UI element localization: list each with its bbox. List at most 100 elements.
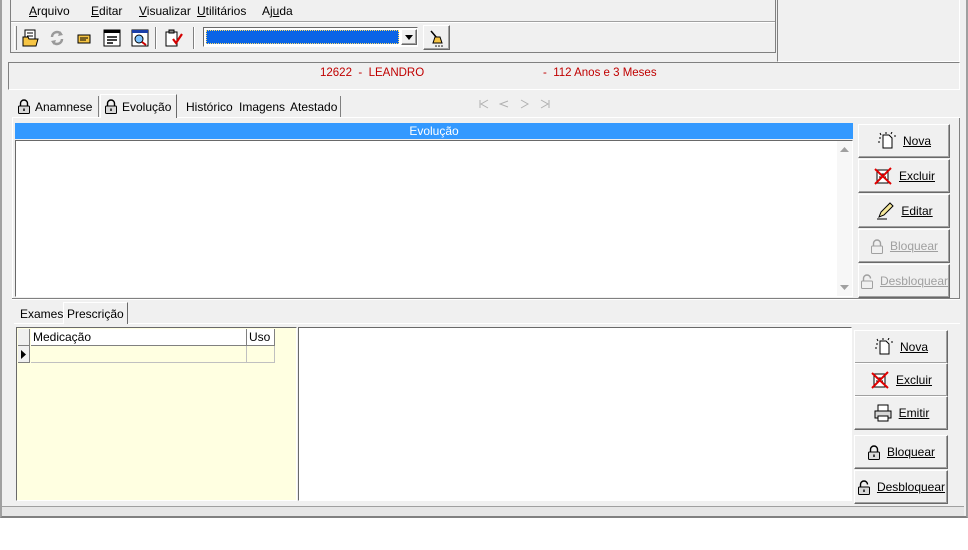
scroll-up-icon[interactable] xyxy=(840,147,849,152)
menu-arquivo[interactable]: Arquivo xyxy=(29,4,70,18)
evolucao-editar-button[interactable]: Editar xyxy=(858,194,950,228)
evolucao-bloquear-label: Bloquear xyxy=(889,239,939,253)
subtabs-baseline xyxy=(14,323,960,324)
menu-utilitarios[interactable]: Utilitários xyxy=(197,4,246,18)
toolbar-form-button[interactable] xyxy=(101,27,123,49)
toolbar-separator-2 xyxy=(193,27,195,49)
prescricao-nova-button[interactable]: Nova xyxy=(854,330,948,364)
lock-icon xyxy=(870,238,883,254)
unlock-icon xyxy=(857,479,870,495)
toolbar-grip xyxy=(14,26,17,50)
new-document-icon xyxy=(874,338,893,355)
nav-prev-icon[interactable] xyxy=(498,98,509,112)
delete-icon xyxy=(874,167,892,185)
prescricao-desbloquear-button[interactable]: Desbloquear xyxy=(854,470,948,504)
toolbar-separator xyxy=(155,27,157,49)
toolbar-open-button[interactable] xyxy=(20,27,42,49)
menu-ajuda[interactable]: Ajuda xyxy=(262,4,293,18)
chevron-down-icon xyxy=(405,34,413,40)
tab-historico-label: Histórico xyxy=(186,99,233,114)
panel-splitter[interactable] xyxy=(12,298,960,300)
evolucao-nova-label: Nova xyxy=(902,134,931,148)
nav-last-icon[interactable] xyxy=(540,98,550,112)
dropdown-selected-value xyxy=(206,30,399,44)
tab-anamnese[interactable]: Anamnese xyxy=(14,96,100,117)
toolbar-card-button[interactable] xyxy=(73,27,95,49)
refresh-icon xyxy=(50,30,64,46)
scroll-down-icon[interactable] xyxy=(840,285,849,290)
evolucao-desbloquear-label: Desbloquear xyxy=(879,274,949,288)
grid-cell-uso[interactable] xyxy=(247,346,275,363)
grid-corner xyxy=(18,329,30,346)
toolbar-report-button[interactable] xyxy=(129,27,151,49)
lock-icon xyxy=(867,444,880,460)
toolbar-dropdown[interactable] xyxy=(203,27,418,47)
prescricao-desbloquear-label: Desbloquear xyxy=(876,480,946,494)
prescricao-excluir-button[interactable]: Excluir xyxy=(854,363,948,397)
broom-icon xyxy=(429,30,443,47)
prescricao-emitir-button[interactable]: Emitir xyxy=(854,396,948,430)
dropdown-arrow-button[interactable] xyxy=(401,29,417,45)
tab-anamnese-label: Anamnese xyxy=(35,99,93,114)
tab-evolucao-label: Evolução xyxy=(122,99,172,114)
grid-row-indicator xyxy=(18,346,30,363)
grid-header-uso[interactable]: Uso xyxy=(247,329,275,346)
subtab-exames[interactable]: Exames xyxy=(17,304,67,323)
toolbar-refresh-button[interactable] xyxy=(46,27,68,49)
prescricao-emitir-label: Emitir xyxy=(898,406,930,420)
evolucao-excluir-button[interactable]: Excluir xyxy=(858,159,950,193)
new-document-icon xyxy=(877,132,896,149)
card-icon xyxy=(77,34,91,44)
subtab-exames-label: Exames xyxy=(20,306,64,321)
subtab-prescricao[interactable]: Prescrição xyxy=(63,302,128,324)
evolucao-text xyxy=(16,141,852,145)
row-pointer-icon xyxy=(21,350,26,359)
tab-evolucao[interactable]: Evolução xyxy=(100,94,178,118)
prescricao-excluir-label: Excluir xyxy=(895,373,932,387)
grid-cell-medicacao[interactable] xyxy=(31,346,247,363)
evolucao-scrollbar[interactable] xyxy=(837,141,852,296)
subtab-prescricao-label: Prescrição xyxy=(67,306,124,321)
table-row[interactable] xyxy=(31,346,275,363)
status-bar xyxy=(2,506,964,516)
menu-separator xyxy=(11,21,775,23)
prescricao-detail-textarea[interactable] xyxy=(298,327,852,501)
unlock-icon xyxy=(860,273,873,289)
toolbar-checklist-button[interactable] xyxy=(163,27,185,49)
tab-historico[interactable]: Histórico xyxy=(183,96,237,117)
tab-imagens-label: Imagens xyxy=(239,99,286,114)
prescricao-grid[interactable]: Medicação Uso xyxy=(16,327,297,501)
lock-icon xyxy=(105,99,117,114)
patient-age: - 112 Anos e 3 Meses xyxy=(543,67,657,79)
delete-icon xyxy=(871,371,889,389)
tab-atestado[interactable]: Atestado xyxy=(287,96,342,117)
form-icon xyxy=(103,29,121,47)
menu-editar[interactable]: Editar xyxy=(91,4,122,18)
prescricao-nova-label: Nova xyxy=(899,340,928,354)
evolucao-editar-label: Editar xyxy=(901,204,933,218)
patient-id-name: 12622 - LEANDRO xyxy=(320,67,425,79)
evolucao-excluir-label: Excluir xyxy=(898,169,935,183)
evolucao-nova-button[interactable]: Nova xyxy=(858,124,950,158)
right-top-panel xyxy=(777,0,960,62)
printer-icon xyxy=(874,404,892,422)
checklist-icon xyxy=(165,29,183,47)
patient-info-bar: 12622 - LEANDRO - 112 Anos e 3 Meses xyxy=(8,62,960,90)
report-icon xyxy=(131,29,149,47)
evolucao-header: Evolução xyxy=(15,123,853,139)
toolbar-clear-filter-button[interactable] xyxy=(423,25,450,50)
lock-icon xyxy=(18,99,30,114)
pencil-icon xyxy=(877,202,895,220)
grid-header-medicacao[interactable]: Medicação xyxy=(31,329,247,346)
tab-imagens[interactable]: Imagens xyxy=(236,96,290,117)
open-folder-icon xyxy=(22,29,39,47)
nav-next-icon[interactable] xyxy=(520,98,530,112)
evolucao-bloquear-button[interactable]: Bloquear xyxy=(858,229,950,263)
menu-visualizar[interactable]: Visualizar xyxy=(139,4,191,18)
evolucao-desbloquear-button[interactable]: Desbloquear xyxy=(858,264,950,298)
prescricao-bloquear-label: Bloquear xyxy=(886,445,936,459)
prescricao-bloquear-button[interactable]: Bloquear xyxy=(854,435,948,469)
nav-first-icon[interactable] xyxy=(479,98,489,112)
tab-atestado-label: Atestado xyxy=(290,99,338,114)
evolucao-textarea[interactable] xyxy=(15,140,853,297)
